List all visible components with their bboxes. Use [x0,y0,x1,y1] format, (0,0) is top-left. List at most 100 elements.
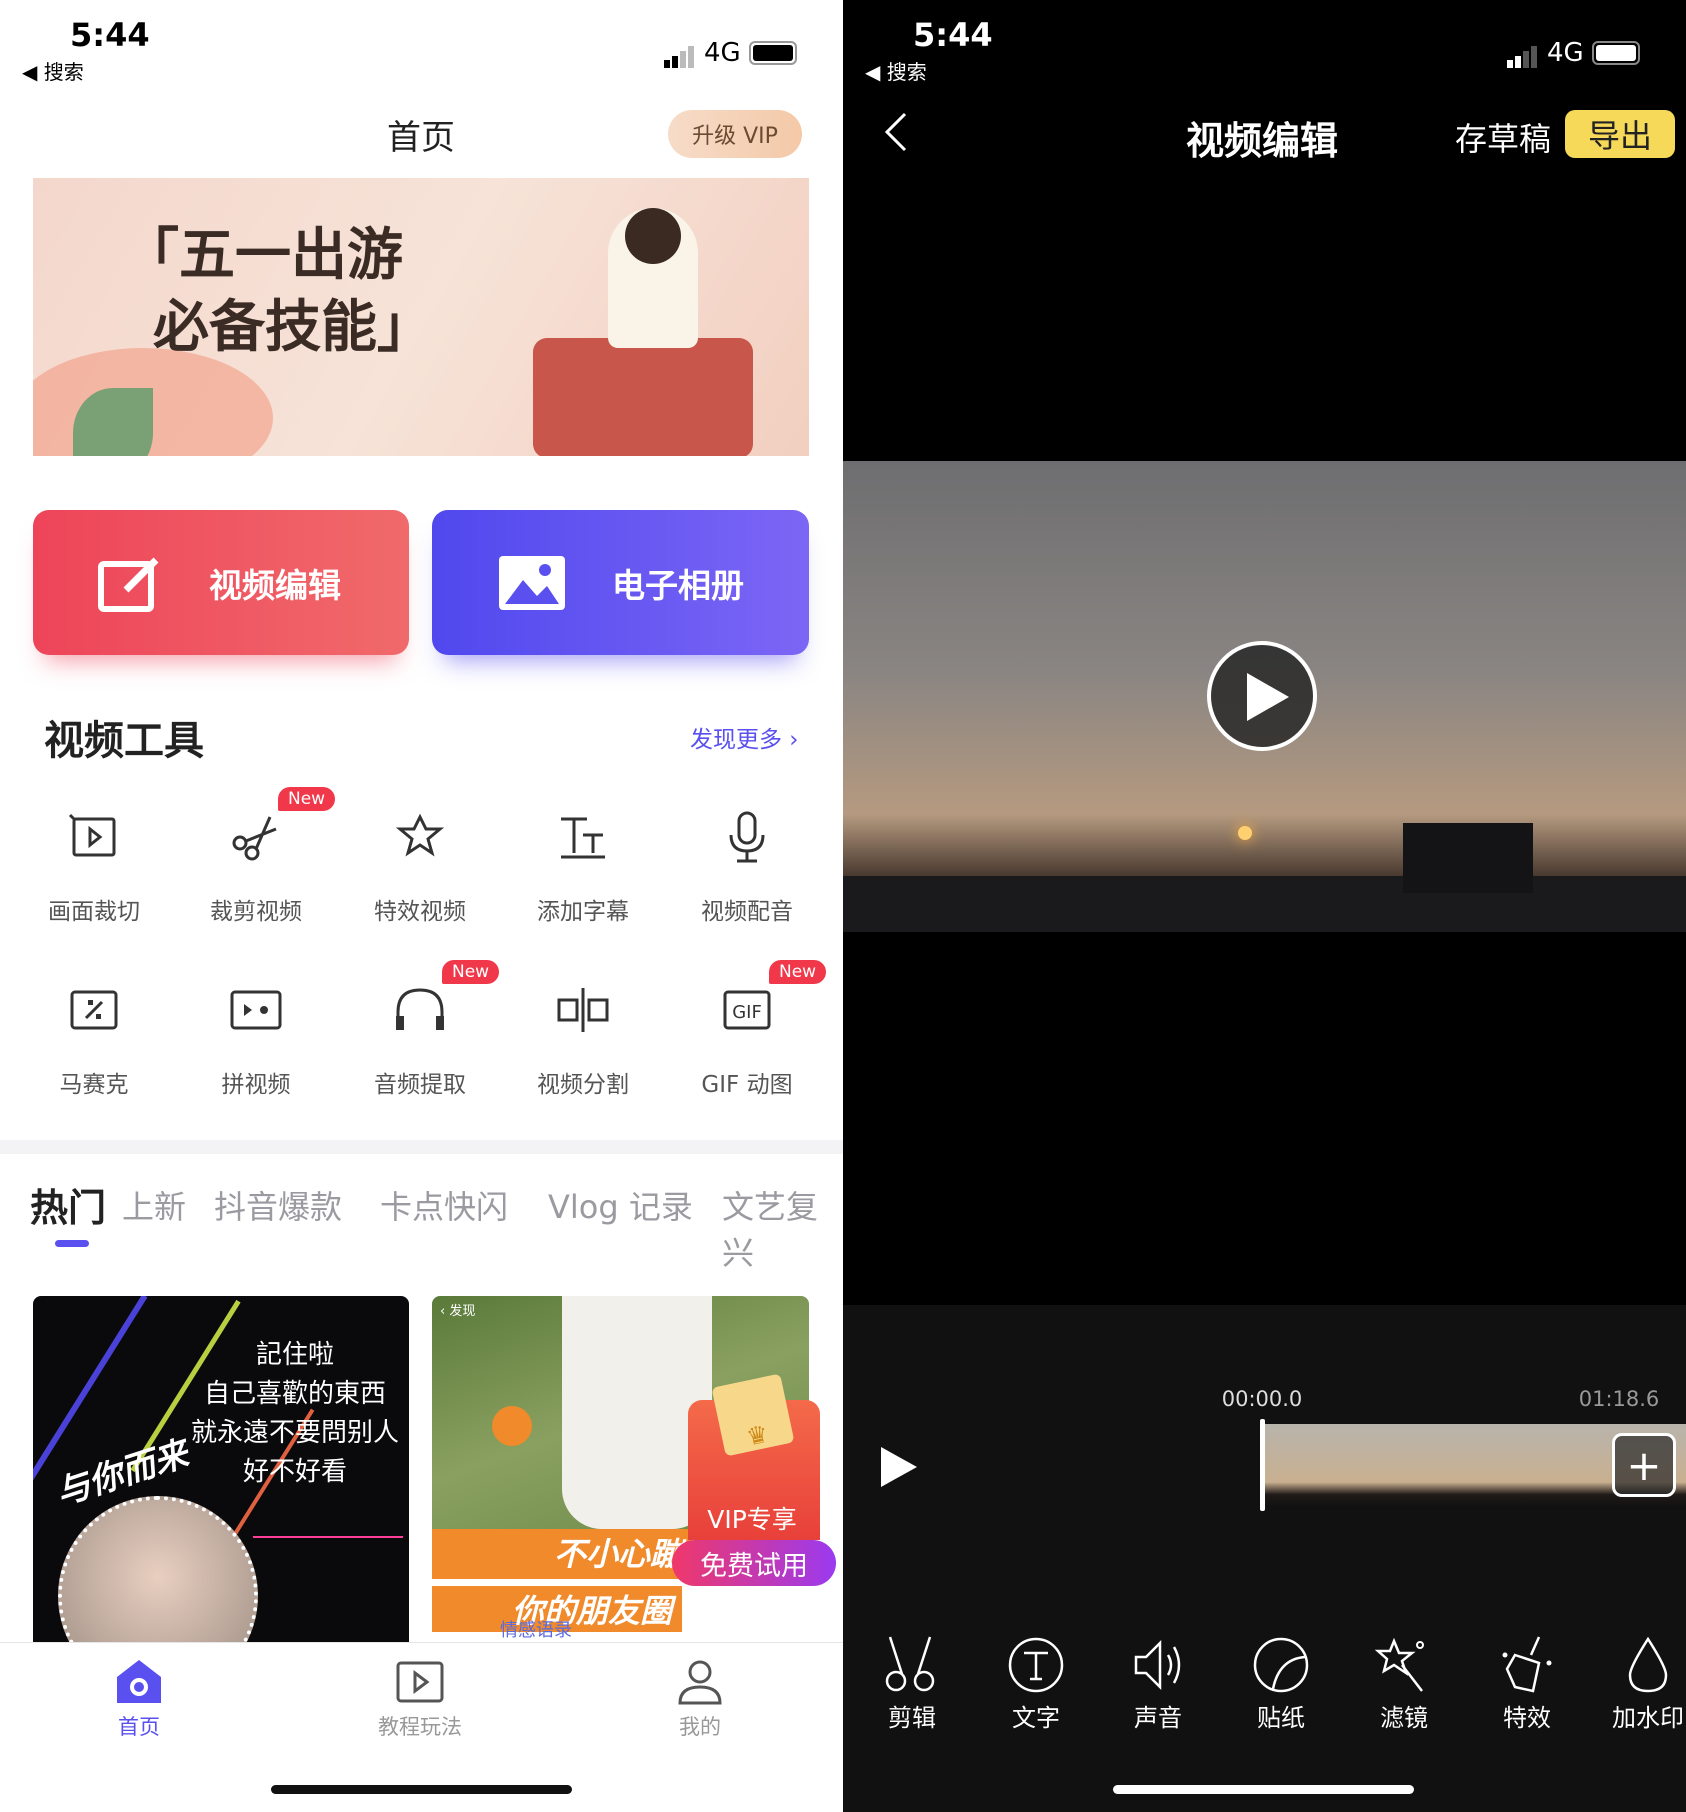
page-title: 首页 [387,118,455,158]
save-draft-button[interactable]: 存草稿 [1455,114,1551,160]
merge-video-icon [230,990,282,1030]
back-button[interactable] [883,112,909,152]
home-indicator [1113,1785,1414,1794]
playhead[interactable] [1260,1419,1265,1511]
play-overlay-button[interactable] [1207,641,1317,751]
bottom-nav: 首页 教程玩法 我的 [0,1642,843,1812]
mosaic-icon [70,990,118,1030]
current-time: 00:00.0 [1221,1387,1303,1411]
nav-profile[interactable]: 我的 [675,1657,725,1741]
edit-icon [98,557,159,612]
template-card[interactable]: 記住啦 自己喜歡的東西 就永遠不要問别人 好不好看 与你而来 [33,1296,409,1642]
editor-tool-label: 声音 [1134,1704,1182,1732]
back-to-app[interactable]: ◀ 搜索 [22,56,84,85]
vip-badge[interactable]: ♛ VIP专享 [688,1373,820,1540]
tool-label: 视频配音 [701,899,793,925]
tab-item[interactable]: 抖音爆款 [214,1182,342,1228]
effects-icon [1502,1636,1552,1693]
nav-label: 首页 [118,1715,160,1739]
tab-item[interactable]: 热门 [30,1177,106,1232]
tool-label: 裁剪视频 [210,899,302,925]
nav-label: 教程玩法 [378,1715,462,1739]
editor-tool-label: 滤镜 [1380,1704,1428,1732]
scissors-icon [232,816,277,861]
new-badge: New [442,960,500,984]
video-edit-button[interactable]: 视频编辑 [33,510,409,655]
tool-label: 特效视频 [374,899,466,925]
nav-label: 我的 [679,1715,721,1739]
headphones-icon [396,988,444,1030]
tab-item[interactable]: 卡点快闪 [380,1182,508,1228]
tab-item[interactable]: 文艺复兴 [722,1182,843,1274]
duration: 01:18.6 [1578,1387,1660,1411]
card-author: 情感语录 [500,1620,572,1641]
signal-icon [1507,38,1539,68]
editor-tool-label: 特效 [1503,1704,1551,1732]
section-divider [0,1140,843,1154]
profile-icon [678,1660,722,1705]
photo-album-button[interactable]: 电子相册 [432,510,809,655]
network-label: 4G [1547,38,1584,68]
tutorial-icon [396,1661,444,1703]
video-preview[interactable] [843,461,1686,932]
free-trial-button[interactable]: 免费试用 [672,1540,836,1586]
play-button[interactable] [879,1445,919,1489]
editor-tool-label: 贴纸 [1257,1704,1305,1732]
editor-tool-label: 文字 [1012,1704,1060,1732]
active-tab-indicator [55,1240,89,1247]
promo-banner[interactable]: 「五一出游 必备技能」 [33,178,809,456]
back-app-label: 搜索 [43,60,84,84]
card-lyrics: 記住啦 自己喜歡的東西 就永遠不要問别人 好不好看 [190,1340,399,1487]
video-edit-label: 视频编辑 [209,565,341,605]
export-button[interactable]: 导出 [1565,110,1675,158]
status-indicators: 4G [1507,38,1640,68]
tools-section-title: 视频工具 [44,718,204,764]
page-title: 视频编辑 [1185,119,1339,163]
editor-panel: 00:00.0 01:18.6 + 剪辑 文字 声音 贴纸 滤镜 特效 加水印 [843,1305,1686,1812]
new-badge: New [769,960,827,984]
upgrade-vip-button[interactable]: 升级 VIP [668,110,802,158]
card-photo [58,1496,258,1642]
svg-text:GIF: GIF [732,1002,762,1023]
editor-tool-label: 剪辑 [888,1704,936,1732]
tool-label: 画面裁切 [48,899,140,925]
speaker-icon [1134,1639,1181,1691]
signal-icon [664,38,696,68]
split-icon [557,988,609,1032]
tab-item[interactable]: Vlog 记录 [548,1182,693,1228]
tool-label: 拼视频 [221,1072,291,1098]
tool-label: 视频分割 [537,1072,629,1098]
new-badge: New [278,787,336,811]
nav-tutorial[interactable]: 教程玩法 [378,1657,462,1741]
status-indicators: 4G [664,38,797,68]
discover-more-link[interactable]: 发现更多 › [690,720,799,754]
add-clip-button[interactable]: + [1612,1433,1676,1497]
watermark-drop-icon [1628,1636,1668,1693]
editor-screen: 5:44 ◀ 搜索 4G 视频编辑 存草稿 导出 00:00.0 01:18.6… [843,0,1686,1812]
sticker-icon [1253,1637,1309,1693]
nav-home[interactable]: 首页 [114,1657,164,1741]
crown-icon: ♛ [711,1373,795,1457]
banner-text: 「五一出游 必备技能」 [123,223,433,360]
subtitle-icon [561,817,605,859]
chevron-left-icon [884,112,907,152]
gif-icon: GIF [723,990,771,1030]
home-icon [117,1660,161,1703]
text-icon [1008,1637,1064,1693]
network-label: 4G [704,38,741,68]
card-caption: 不小心蹦 [432,1529,692,1579]
tool-label: 音频提取 [374,1072,466,1098]
back-app-label: 搜索 [886,60,927,84]
status-time: 5:44 [70,16,150,54]
status-time: 5:44 [913,16,993,54]
battery-icon [748,41,797,65]
home-screen: 5:44 ◀ 搜索 4G 首页 升级 VIP 「五一出游 必备技能」 视频编辑 电… [0,0,843,1812]
back-to-app[interactable]: ◀ 搜索 [865,56,927,85]
scissors-icon [885,1636,935,1692]
microphone-icon [729,811,765,863]
home-indicator [271,1785,572,1794]
card-top-label: ‹ 发现 [440,1304,476,1319]
tab-item[interactable]: 上新 [122,1182,186,1228]
magic-star-icon [395,813,445,857]
image-icon [499,555,565,610]
